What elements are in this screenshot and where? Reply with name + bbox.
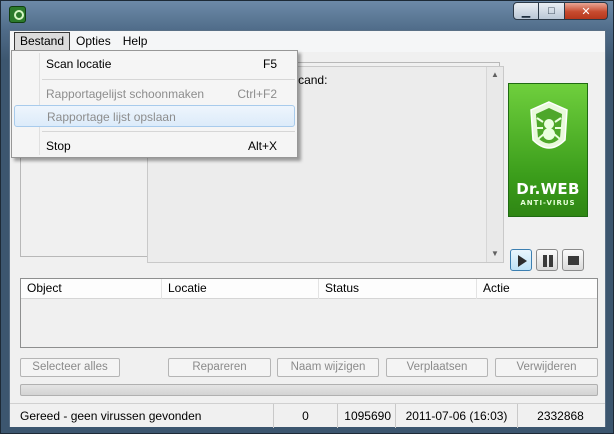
rename-button[interactable]: Naam wijzigen bbox=[277, 358, 379, 377]
scroll-down-icon[interactable]: ▼ bbox=[487, 246, 503, 262]
file-menu-dropdown: Scan locatie F5 Rapportagelijst schoonma… bbox=[11, 50, 298, 158]
window-controls: ▁ □ ✕ bbox=[513, 2, 608, 22]
menu-stop[interactable]: Stop Alt+X bbox=[14, 135, 295, 157]
status-count: 0 bbox=[274, 404, 338, 428]
status-scanned: 1095690 bbox=[338, 404, 396, 428]
menu-item-label: Stop bbox=[46, 139, 71, 153]
move-button[interactable]: Verplaatsen bbox=[386, 358, 488, 377]
repair-button[interactable]: Repareren bbox=[168, 358, 271, 377]
status-total: 2332868 bbox=[537, 409, 584, 423]
column-status[interactable]: Status bbox=[319, 279, 477, 299]
results-table: Object Locatie Status Actie bbox=[20, 278, 598, 348]
menu-separator bbox=[42, 79, 295, 80]
menu-rapportagelijst-schoonmaken[interactable]: Rapportagelijst schoonmaken Ctrl+F2 bbox=[14, 83, 295, 105]
minimize-button[interactable]: ▁ bbox=[513, 2, 539, 20]
table-header: Object Locatie Status Actie bbox=[21, 279, 597, 299]
column-locatie[interactable]: Locatie bbox=[162, 279, 319, 299]
menu-item-shortcut: Alt+X bbox=[247, 139, 277, 153]
menu-item-label: Rapportage lijst opslaan bbox=[47, 110, 176, 124]
pause-button[interactable] bbox=[536, 249, 558, 271]
column-actie[interactable]: Actie bbox=[477, 279, 597, 299]
menu-scan-locatie[interactable]: Scan locatie F5 bbox=[14, 53, 295, 75]
logo-brand: Dr.WEB bbox=[516, 180, 580, 198]
log-scrollbar[interactable]: ▲ ▼ bbox=[486, 67, 503, 262]
title-bar[interactable]: ▁ □ ✕ bbox=[1, 1, 613, 29]
app-icon[interactable] bbox=[9, 6, 26, 23]
play-icon bbox=[518, 255, 527, 267]
menu-item-label: Scan locatie bbox=[46, 57, 112, 71]
close-button[interactable]: ✕ bbox=[565, 2, 608, 20]
status-bar: Gereed - geen virussen gevonden 0 109569… bbox=[10, 403, 605, 428]
menu-rapportage-lijst-opslaan[interactable]: Rapportage lijst opslaan bbox=[14, 105, 295, 127]
drweb-logo: Dr.WEB ANTI-VIRUS bbox=[508, 83, 588, 217]
logo-subtitle: ANTI-VIRUS bbox=[520, 199, 576, 207]
menu-item-shortcut: F5 bbox=[262, 57, 277, 71]
stop-icon bbox=[568, 256, 579, 265]
stop-button[interactable] bbox=[562, 249, 584, 271]
scan-progress-bar bbox=[20, 384, 598, 396]
menu-bar: Bestand Opties Help bbox=[10, 31, 605, 52]
menu-item-label: Rapportagelijst schoonmaken bbox=[46, 87, 205, 101]
menu-help[interactable]: Help bbox=[117, 32, 154, 51]
play-button[interactable] bbox=[510, 249, 532, 271]
menu-bestand[interactable]: Bestand bbox=[14, 32, 71, 51]
delete-button[interactable]: Verwijderen bbox=[495, 358, 598, 377]
scroll-up-icon[interactable]: ▲ bbox=[487, 67, 503, 83]
select-all-button[interactable]: Selecteer alles bbox=[20, 358, 120, 377]
status-date: 2011-07-06 (16:03) bbox=[396, 404, 518, 428]
menu-separator bbox=[42, 131, 295, 132]
maximize-button[interactable]: □ bbox=[539, 2, 565, 20]
menu-opties[interactable]: Opties bbox=[70, 32, 117, 51]
column-object[interactable]: Object bbox=[21, 279, 162, 299]
menu-item-shortcut: Ctrl+F2 bbox=[237, 87, 277, 101]
status-message: Gereed - geen virussen gevonden bbox=[12, 404, 274, 428]
action-buttons: Selecteer alles Repareren Naam wijzigen … bbox=[20, 358, 598, 378]
app-window: ▁ □ ✕ Bestand Opties Help ende objecten … bbox=[0, 0, 614, 434]
spider-icon bbox=[530, 101, 568, 149]
